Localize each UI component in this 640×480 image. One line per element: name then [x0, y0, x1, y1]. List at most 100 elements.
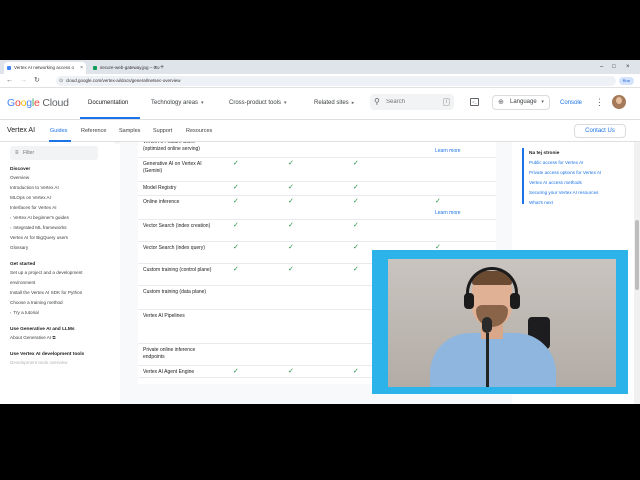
external-link-icon: ⧉	[51, 335, 56, 340]
sidebar-item[interactable]: Set up a project and a development	[10, 270, 83, 276]
tab-title: Vertex AI networking access o	[14, 65, 75, 70]
sidebar-item[interactable]: Interfaces for Vertex AI	[10, 205, 56, 211]
toc-item[interactable]: What's next	[529, 200, 553, 206]
tab-samples[interactable]: Samples	[119, 127, 140, 135]
language-button[interactable]: ⊕ Language ▾	[492, 95, 550, 110]
nav-documentation[interactable]: Documentation	[88, 98, 128, 108]
tab-resources[interactable]: Resources	[186, 127, 212, 135]
sidebar-item-label: Introduction to Vertex AI	[10, 185, 59, 190]
more-options-icon[interactable]: ⋮	[595, 96, 604, 108]
toc-item[interactable]: Private access options for Vertex AI	[529, 170, 601, 176]
contact-us-button[interactable]: Contact Us	[574, 124, 626, 138]
check-icon: ✓	[233, 160, 239, 167]
sidebar-item-label: Glossary	[10, 245, 29, 250]
logo-letter: G	[7, 97, 15, 109]
browser-tab[interactable]: secure-web-gateway.jpg – Go ×	[90, 62, 160, 74]
check-icon: ✓	[288, 266, 294, 273]
sidebar-item[interactable]: MLOps on Vertex AI	[10, 195, 51, 201]
google-cloud-logo[interactable]: Google Cloud	[7, 96, 69, 110]
table-row: Vector Search (index creation) ✓ ✓ ✓	[138, 220, 496, 242]
sidebar-item[interactable]: › Vertex AI beginner's guides	[10, 215, 69, 221]
tab-support[interactable]: Support	[153, 127, 172, 135]
check-icon: ✓	[233, 266, 239, 273]
maximize-icon[interactable]: □	[612, 62, 616, 72]
language-label: Language	[510, 99, 537, 105]
service-name: Private online inference endpoints	[143, 347, 196, 360]
sidebar-section-heading: Discover	[10, 167, 31, 172]
console-link[interactable]: Console	[560, 98, 582, 108]
close-tab-icon[interactable]: ×	[80, 62, 83, 74]
sidebar-item-label: MLOps on Vertex AI	[10, 195, 51, 200]
toc-item[interactable]: Public access for Vertex AI	[529, 160, 583, 166]
sidebar-item-label: Overview	[10, 175, 30, 180]
search-input[interactable]	[386, 97, 440, 107]
sidebar-item[interactable]: Introduction to Vertex AI	[10, 185, 59, 191]
chevron-down-icon: ▾	[201, 100, 204, 106]
filter-box[interactable]: ≡	[10, 146, 98, 160]
tab-reference[interactable]: Reference	[81, 127, 106, 135]
address-bar[interactable]: ⊙ cloud.google.com/vertex-ai/docs/genera…	[56, 76, 616, 86]
browser-tab-bar: Vertex AI networking access o × secure-w…	[0, 60, 640, 74]
service-name: Generative AI on Vertex AI (Gemini)	[143, 161, 202, 174]
check-icon: ✓	[233, 244, 239, 251]
toc-item[interactable]: Securing your Vertex AI resources	[529, 190, 598, 196]
profile-button[interactable]: Run	[618, 77, 634, 85]
check-icon: ✓	[435, 198, 441, 205]
site-info-icon[interactable]: ⊙	[59, 76, 63, 86]
sidebar-item[interactable]: Glossary	[10, 245, 28, 251]
sidebar-item[interactable]: environment	[10, 280, 35, 286]
check-icon: ✓	[233, 184, 239, 191]
table-row: Model Registry ✓ ✓ ✓	[138, 182, 496, 196]
avatar[interactable]	[612, 95, 626, 109]
page-scrollbar-thumb[interactable]	[635, 220, 639, 290]
search-box[interactable]: ⚲ /	[370, 94, 454, 110]
sidebar-item[interactable]: Overview	[10, 175, 29, 181]
minimize-icon[interactable]: –	[600, 62, 603, 72]
microphone-icon	[482, 317, 492, 333]
sidebar-item[interactable]: About Generative AI ⧉	[10, 335, 56, 341]
browser-toolbar: ← → ↻ ⊙ cloud.google.com/vertex-ai/docs/…	[0, 74, 640, 88]
close-tab-icon[interactable]: ×	[154, 62, 157, 74]
learn-more-link[interactable]: Learn more	[435, 148, 461, 155]
sidebar-section-heading: Use Vertex AI development tools	[10, 352, 85, 357]
toc-item[interactable]: Vertex AI access methods	[529, 180, 582, 186]
check-icon: ✓	[288, 160, 294, 167]
logo-letter: Cloud	[39, 97, 69, 109]
sidebar-item[interactable]: Development tools overview	[10, 360, 67, 366]
sidebar-item[interactable]: Choose a training method	[10, 300, 63, 306]
forward-icon[interactable]: →	[20, 76, 27, 86]
nav-label: Related sites	[314, 100, 349, 106]
cloud-shell-icon[interactable]: >_	[470, 98, 479, 106]
chevron-down-icon: ▾	[284, 100, 287, 106]
sidebar-item[interactable]: Vertex AI for BigQuery users	[10, 235, 68, 241]
filter-input[interactable]	[23, 148, 93, 158]
check-icon: ✓	[353, 222, 359, 229]
sidebar-item-label: Choose a training method	[10, 300, 63, 305]
tab-guides[interactable]: Guides	[50, 127, 67, 135]
table-row: Online inference ✓ ✓ ✓ ✓ Learn more	[138, 196, 496, 220]
sidebar-item[interactable]: › Try a tutorial	[10, 310, 39, 316]
check-icon: ✓	[288, 244, 294, 251]
back-icon[interactable]: ←	[6, 76, 13, 86]
service-name: Vector Search (index creation)	[143, 223, 211, 229]
site-header: Google Cloud Documentation Technology ar…	[0, 88, 640, 120]
learn-more-link[interactable]: Learn more	[435, 210, 461, 217]
headphone-cup	[464, 293, 474, 309]
check-icon: ✓	[353, 266, 359, 273]
nav-technology-areas[interactable]: Technology areas ▾	[151, 98, 204, 108]
chevron-right-icon: ▸	[351, 100, 355, 106]
headphone-cup	[510, 293, 520, 309]
url-text: cloud.google.com/vertex-ai/docs/general/…	[66, 78, 181, 83]
check-icon: ✓	[288, 222, 294, 229]
webcam-video	[388, 259, 616, 387]
check-icon: ✓	[233, 368, 239, 375]
nav-cross-product-tools[interactable]: Cross-product tools ▾	[229, 98, 287, 108]
reload-icon[interactable]: ↻	[34, 76, 40, 86]
product-name[interactable]: Vertex AI	[7, 126, 35, 136]
sidebar-item[interactable]: › Integrated ML frameworks	[10, 225, 67, 231]
sidebar-item[interactable]: Install the Vertex AI SDK for Python	[10, 290, 82, 296]
new-tab-icon[interactable]: +	[160, 62, 164, 74]
close-window-icon[interactable]: ×	[626, 62, 630, 72]
browser-tab-active[interactable]: Vertex AI networking access o ×	[4, 62, 86, 74]
nav-related-sites[interactable]: Related sites ▸	[314, 98, 354, 108]
